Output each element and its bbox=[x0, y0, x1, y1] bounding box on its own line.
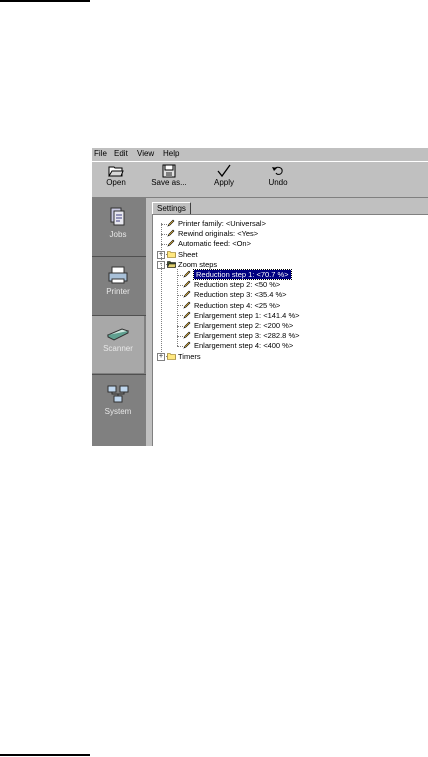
pencil-icon bbox=[183, 311, 191, 319]
open-folder-icon bbox=[167, 260, 176, 268]
pencil-icon bbox=[183, 301, 191, 309]
tree-child-line bbox=[177, 268, 178, 347]
settings-panel: Settings Printer family: <Universal> Rewi… bbox=[146, 198, 428, 446]
sidebar-item-system[interactable]: System bbox=[92, 375, 144, 432]
sidebar-label-system: System bbox=[104, 407, 132, 416]
tree-item-label: Reduction step 2: <50 %> bbox=[194, 280, 281, 290]
pencil-icon bbox=[183, 331, 191, 339]
top-rule bbox=[0, 0, 90, 2]
sidebar-item-jobs[interactable]: Jobs bbox=[92, 198, 144, 255]
pencil-icon bbox=[167, 239, 175, 248]
jobs-icon bbox=[110, 207, 125, 226]
sidebar-label-jobs: Jobs bbox=[109, 230, 127, 239]
tree-item-label: Zoom steps bbox=[178, 259, 218, 269]
tree-item-label: Reduction step 3: <35.4 %> bbox=[194, 290, 287, 300]
menu-edit[interactable]: Edit bbox=[114, 148, 128, 160]
sidebar-label-scanner: Scanner bbox=[103, 344, 133, 353]
menu-bar: File Edit View Help bbox=[92, 148, 428, 160]
open-folder-icon bbox=[108, 166, 124, 177]
sidebar-label-printer: Printer bbox=[106, 287, 130, 296]
save-as-label: Save as... bbox=[151, 178, 187, 187]
tree-item-label: Enlargement step 2: <200 %> bbox=[194, 321, 294, 330]
pencil-icon bbox=[167, 229, 175, 237]
folder-icon bbox=[167, 352, 176, 360]
tree-item-label: Automatic feed: <On> bbox=[178, 239, 251, 249]
sidebar-item-printer[interactable]: Printer bbox=[92, 257, 144, 314]
menu-file[interactable]: File bbox=[94, 148, 107, 160]
apply-button[interactable]: Apply bbox=[202, 164, 246, 195]
tree-root-line bbox=[161, 223, 162, 356]
pencil-icon bbox=[183, 290, 191, 299]
menu-help[interactable]: Help bbox=[163, 148, 179, 160]
pencil-icon bbox=[183, 321, 191, 329]
floppy-disk-icon bbox=[162, 164, 176, 178]
printer-icon bbox=[108, 266, 128, 284]
system-icon bbox=[107, 385, 129, 403]
tree-item-label: Enlargement step 4: <400 %> bbox=[194, 341, 294, 351]
toolbar: Open Save as... Apply Undo bbox=[92, 161, 428, 198]
scanner-icon bbox=[106, 328, 130, 341]
tree-item-label: Timers bbox=[178, 351, 201, 361]
tree-item-label: Enlargement step 1: <141.4 %> bbox=[194, 310, 300, 320]
open-button[interactable]: Open bbox=[94, 164, 138, 195]
tree-item-label: Reduction step 4: <25 %> bbox=[194, 300, 281, 310]
pencil-icon bbox=[183, 280, 191, 288]
apply-label: Apply bbox=[213, 178, 234, 187]
sidebar: Jobs Printer Scanner System bbox=[92, 198, 146, 446]
folder-icon bbox=[167, 250, 176, 258]
checkmark-icon bbox=[217, 164, 231, 178]
tree-item-label: Reduction step 1: <70.7 %> bbox=[193, 269, 292, 280]
pencil-icon bbox=[183, 341, 191, 350]
undo-label: Undo bbox=[268, 178, 288, 187]
open-label: Open bbox=[106, 178, 126, 187]
tab-settings[interactable]: Settings bbox=[152, 202, 191, 214]
sidebar-item-scanner[interactable]: Scanner bbox=[92, 316, 144, 373]
menu-view[interactable]: View bbox=[137, 148, 154, 160]
settings-tree: Printer family: <Universal> Rewind origin… bbox=[152, 214, 428, 446]
tree-item-label: Sheet bbox=[178, 249, 198, 259]
app-window: File Edit View Help Open Save as... Appl… bbox=[92, 148, 428, 446]
tree-item-label: Rewind originals: <Yes> bbox=[178, 229, 259, 239]
tree-item-label: Printer family: <Universal> bbox=[178, 219, 266, 228]
save-as-button[interactable]: Save as... bbox=[147, 164, 191, 195]
tree-item-label: Enlargement step 3: <282.8 %> bbox=[194, 331, 300, 341]
undo-icon bbox=[272, 166, 283, 175]
undo-button[interactable]: Undo bbox=[256, 164, 300, 195]
pencil-icon bbox=[183, 270, 191, 278]
bottom-rule bbox=[0, 754, 90, 756]
pencil-icon bbox=[167, 219, 175, 227]
